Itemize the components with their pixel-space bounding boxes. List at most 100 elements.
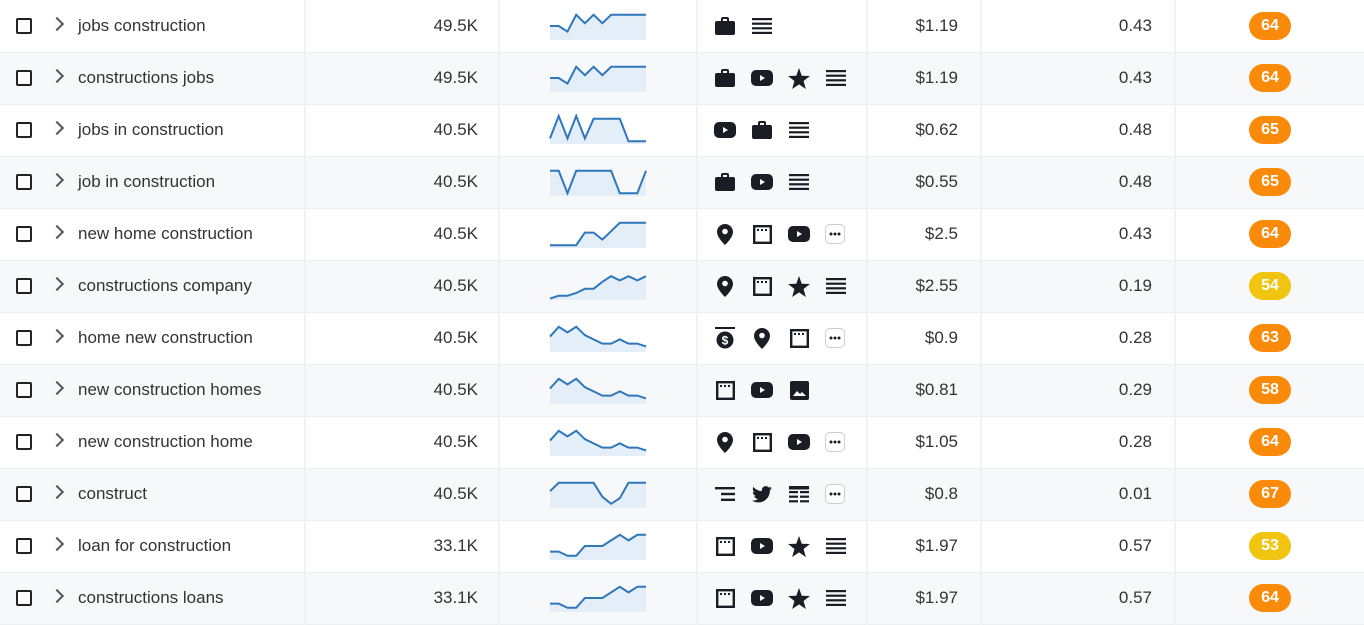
chevron-right-icon[interactable] [49, 588, 65, 604]
keyword-link[interactable]: new home construction [78, 224, 253, 243]
chevron-right-icon[interactable] [49, 16, 65, 31]
checkbox-cell [0, 468, 48, 520]
serp-features-cell [697, 416, 868, 468]
youtube-icon [788, 431, 810, 453]
kd-badge: 64 [1249, 11, 1291, 40]
chevron-right-icon[interactable] [49, 432, 65, 448]
row-checkbox[interactable] [16, 434, 32, 450]
chevron-right-icon[interactable] [49, 224, 65, 240]
checkbox-cell [0, 260, 48, 312]
trend-sparkline [549, 275, 647, 300]
row-checkbox[interactable] [16, 226, 32, 242]
map-pin-icon [714, 275, 736, 297]
more-icon[interactable] [825, 432, 845, 452]
indent-list-icon [714, 483, 736, 505]
keyword-link[interactable]: constructions company [78, 276, 252, 295]
keyword-link[interactable]: job in construction [78, 172, 215, 191]
kd-cell: 65 [1175, 104, 1364, 156]
table-row: constructions loans 33.1K $1.97 0.57 64 [0, 572, 1364, 624]
keyword-link[interactable]: home new construction [78, 328, 253, 347]
cpc-cell: $0.9 [867, 312, 982, 364]
cpc-cell: $0.8 [867, 468, 982, 520]
keyword-link[interactable]: loan for construction [78, 536, 231, 555]
chevron-right-icon[interactable] [49, 380, 65, 396]
row-checkbox[interactable] [16, 590, 32, 606]
kd-badge: 65 [1249, 116, 1291, 144]
keywords-table: jobs construction 49.5K $1.19 0.43 64 co… [0, 0, 1364, 625]
more-icon[interactable] [825, 224, 845, 244]
chevron-right-icon[interactable] [49, 484, 65, 500]
competition-cell: 0.29 [981, 364, 1176, 416]
expand-cell [48, 104, 78, 156]
row-checkbox[interactable] [16, 17, 32, 34]
checkbox-cell [0, 156, 48, 208]
more-icon[interactable] [825, 328, 845, 348]
trend-cell [499, 468, 698, 520]
keyword-link[interactable]: constructions jobs [78, 68, 214, 87]
volume-cell: 40.5K [305, 312, 500, 364]
cpc-cell: $2.5 [867, 208, 982, 260]
kd-cell: 65 [1175, 156, 1364, 208]
list-icon [825, 587, 847, 609]
star-icon [788, 587, 810, 609]
browser-icon [714, 587, 736, 609]
serp-features [698, 171, 866, 193]
chevron-right-icon[interactable] [49, 172, 65, 188]
twitter-icon [751, 483, 773, 505]
keyword-link[interactable]: construct [78, 484, 147, 503]
table-row: constructions jobs 49.5K $1.19 0.43 64 [0, 52, 1364, 104]
competition-cell: 0.43 [981, 208, 1176, 260]
chevron-right-icon[interactable] [49, 328, 65, 344]
serp-features-cell [697, 52, 868, 104]
youtube-icon [751, 587, 773, 609]
chevron-right-icon[interactable] [49, 68, 65, 84]
cpc-cell: $1.05 [867, 416, 982, 468]
row-checkbox[interactable] [16, 486, 32, 502]
keyword-link[interactable]: constructions loans [78, 588, 224, 607]
list-icon [751, 15, 773, 37]
briefcase-icon [751, 119, 773, 141]
keyword-link[interactable]: jobs in construction [78, 120, 224, 139]
kd-cell: 58 [1175, 364, 1364, 416]
trend-sparkline [549, 325, 647, 352]
kd-badge: 53 [1249, 532, 1291, 560]
competition-cell: 0.57 [981, 520, 1176, 572]
volume-cell: 33.1K [305, 572, 500, 624]
row-checkbox[interactable] [16, 382, 32, 398]
trend-cell [499, 0, 698, 52]
volume-cell: 33.1K [305, 520, 500, 572]
keyword-link[interactable]: jobs construction [78, 16, 206, 35]
checkbox-cell [0, 572, 48, 624]
youtube-icon [751, 171, 773, 193]
cpc-cell: $1.97 [867, 572, 982, 624]
list-icon [788, 171, 810, 193]
expand-cell [48, 156, 78, 208]
keyword-cell: constructions company [78, 260, 306, 312]
keyword-link[interactable]: new construction homes [78, 380, 261, 399]
kd-badge: 64 [1249, 220, 1291, 248]
chevron-right-icon[interactable] [49, 120, 65, 136]
cpc-cell: $0.55 [867, 156, 982, 208]
expand-cell [48, 260, 78, 312]
more-icon[interactable] [825, 484, 845, 504]
table-row: new construction homes 40.5K $0.81 0.29 … [0, 364, 1364, 416]
row-checkbox[interactable] [16, 538, 32, 554]
cpc-cell: $1.97 [867, 520, 982, 572]
chevron-right-icon[interactable] [49, 276, 65, 292]
chevron-right-icon[interactable] [49, 536, 65, 552]
row-checkbox[interactable] [16, 278, 32, 294]
competition-cell: 0.43 [981, 0, 1176, 52]
competition-cell: 0.43 [981, 52, 1176, 104]
checkbox-cell [0, 104, 48, 156]
trend-sparkline [550, 12, 646, 40]
row-checkbox[interactable] [16, 330, 32, 346]
keyword-cell: jobs in construction [78, 104, 306, 156]
row-checkbox[interactable] [16, 122, 32, 138]
kd-badge: 64 [1249, 584, 1291, 612]
keyword-link[interactable]: new construction home [78, 432, 253, 451]
serp-features [698, 275, 866, 297]
row-checkbox[interactable] [16, 174, 32, 190]
serp-features-cell [697, 104, 868, 156]
row-checkbox[interactable] [16, 70, 32, 86]
map-pin-icon [714, 431, 736, 453]
